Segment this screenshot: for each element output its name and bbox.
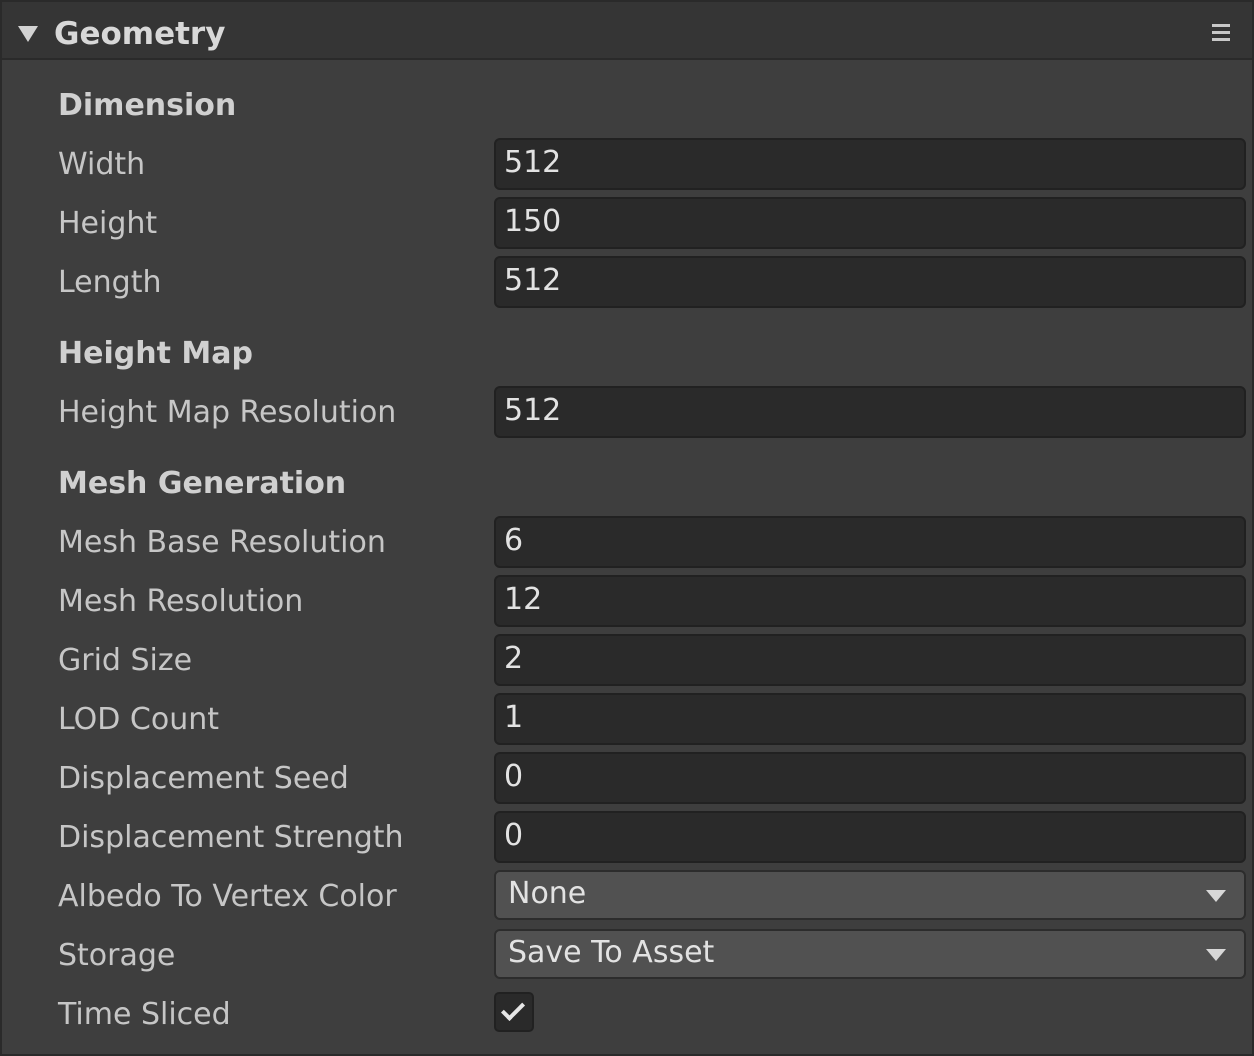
hamburger-menu-icon[interactable]: [1212, 24, 1230, 42]
section-dimension: Dimension: [58, 88, 237, 123]
albedo-to-vertex-color-label: Albedo To Vertex Color: [58, 879, 397, 914]
grid-size-field[interactable]: 2: [494, 634, 1246, 686]
lod-count-label: LOD Count: [58, 702, 219, 737]
chevron-down-icon: [1206, 949, 1226, 961]
chevron-down-icon: [1206, 890, 1226, 902]
displacement-strength-label: Displacement Strength: [58, 820, 404, 855]
section-height-map: Height Map: [58, 336, 253, 371]
mesh-resolution-label: Mesh Resolution: [58, 584, 304, 619]
height-field[interactable]: 150: [494, 197, 1246, 249]
displacement-strength-field[interactable]: 0: [494, 811, 1246, 863]
mesh-resolution-field[interactable]: 12: [494, 575, 1246, 627]
triangle-down-icon[interactable]: [18, 26, 38, 42]
grid-size-label: Grid Size: [58, 643, 193, 678]
displacement-seed-field[interactable]: 0: [494, 752, 1246, 804]
albedo-to-vertex-color-dropdown[interactable]: None: [494, 870, 1246, 920]
albedo-to-vertex-color-value: None: [508, 876, 587, 911]
section-mesh-generation: Mesh Generation: [58, 466, 347, 501]
panel-title: Geometry: [54, 16, 226, 52]
storage-dropdown[interactable]: Save To Asset: [494, 929, 1246, 979]
mesh-base-resolution-field[interactable]: 6: [494, 516, 1246, 568]
storage-label: Storage: [58, 938, 176, 973]
time-sliced-label: Time Sliced: [58, 997, 231, 1032]
displacement-seed-label: Displacement Seed: [58, 761, 349, 796]
height-label: Height: [58, 206, 158, 241]
height-map-resolution-label: Height Map Resolution: [58, 395, 397, 430]
time-sliced-checkbox[interactable]: [494, 992, 534, 1032]
lod-count-field[interactable]: 1: [494, 693, 1246, 745]
height-map-resolution-field[interactable]: 512: [494, 386, 1246, 438]
length-field[interactable]: 512: [494, 256, 1246, 308]
geometry-foldout-header[interactable]: Geometry: [2, 2, 1252, 60]
width-label: Width: [58, 147, 146, 182]
checkmark-icon: [500, 996, 526, 1022]
geometry-panel: Geometry Dimension Width 512 Height 150 …: [0, 0, 1254, 1056]
width-field[interactable]: 512: [494, 138, 1246, 190]
length-label: Length: [58, 265, 162, 300]
storage-value: Save To Asset: [508, 935, 715, 970]
mesh-base-resolution-label: Mesh Base Resolution: [58, 525, 386, 560]
